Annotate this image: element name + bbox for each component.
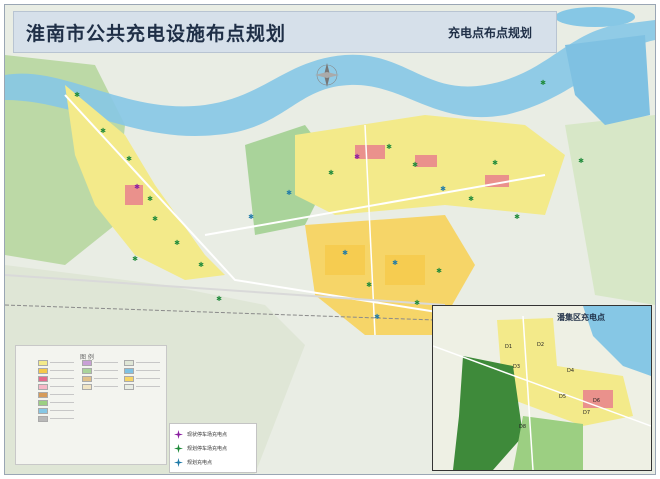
legend-swatch: [82, 384, 92, 390]
map-subtitle: 充电点布点规划: [447, 26, 532, 40]
symbol-legend-label: 现状停车场充电点: [187, 431, 228, 438]
marker-4: ✱: [134, 183, 140, 191]
legend-swatch: [38, 400, 48, 406]
legend-entry: [136, 362, 160, 363]
inset-marker-label: D1: [505, 344, 513, 350]
marker-12: ✱: [354, 153, 360, 161]
legend-entry: [50, 370, 74, 371]
legend-swatch: [124, 360, 134, 366]
marker-11: ✱: [328, 169, 334, 177]
marker-20: ✱: [578, 157, 584, 165]
legend-entry: [50, 418, 74, 419]
marker-5: ✱: [147, 195, 153, 203]
inset-marker-label: D7: [583, 410, 591, 416]
legend-swatch: [124, 384, 134, 390]
legend-swatch: [38, 384, 48, 390]
legend-swatch: [38, 408, 48, 414]
marker-3: ✱: [126, 155, 132, 163]
marker-28: ✱: [132, 255, 138, 263]
title-banner: 淮南市公共充电设施布点规划 充电点布点规划: [13, 11, 557, 53]
marker-27: ✱: [216, 295, 222, 303]
marker-15: ✱: [440, 185, 446, 193]
legend-entry: [94, 362, 118, 363]
marker-19: ✱: [540, 79, 546, 87]
legend-entry: [136, 370, 160, 371]
inset-title: 潘集区充电点: [557, 313, 605, 322]
symbol-legend-label: 规划充电点: [187, 459, 213, 466]
legend-swatch: [82, 360, 92, 366]
legend-entry: [94, 386, 118, 387]
symbol-legend-row: 规划充电点: [174, 456, 212, 468]
inset-marker-label: D6: [593, 398, 601, 404]
marker-23: ✱: [392, 259, 398, 267]
symbol-legend-label: 规划停车场充电点: [187, 445, 228, 452]
legend-entry: [50, 386, 74, 387]
legend-entry: [136, 378, 160, 379]
legend-swatch: [124, 376, 134, 382]
inset-marker-label: D2: [537, 342, 545, 348]
marker-2: ✱: [100, 127, 106, 135]
marker-13: ✱: [386, 143, 392, 151]
legend-swatch: [38, 360, 48, 366]
legend-entry: [50, 378, 74, 379]
inset-marker-label: D8: [519, 424, 527, 430]
marker-26: ✱: [374, 313, 380, 321]
star-marker-teal-icon: [174, 457, 183, 467]
lake-north: [555, 7, 635, 27]
marker-6: ✱: [152, 215, 158, 223]
marker-7: ✱: [174, 239, 180, 247]
land-use-legend: 图 例: [15, 345, 167, 465]
star-marker-green-icon: [174, 443, 183, 453]
inset-map-panji: 潘集区充电点 D1 D2 D3 D4 D5 D6 D7 D8: [432, 305, 652, 471]
legend-swatch: [38, 368, 48, 374]
symbol-legend-row: 现状停车场充电点: [174, 428, 227, 440]
star-marker-purple-icon: [174, 429, 183, 439]
marker-10: ✱: [286, 189, 292, 197]
marker-1: ✱: [74, 91, 80, 99]
marker-24: ✱: [414, 299, 420, 307]
legend-swatch: [38, 392, 48, 398]
marker-16: ✱: [468, 195, 474, 203]
inset-marker-label: D5: [559, 394, 567, 400]
residential-block-2: [385, 255, 425, 285]
marker-22: ✱: [366, 281, 372, 289]
marker-17: ✱: [492, 159, 498, 167]
commercial-block-2: [415, 155, 437, 167]
marker-9: ✱: [248, 213, 254, 221]
marker-8: ✱: [198, 261, 204, 269]
legend-swatch: [82, 368, 92, 374]
symbol-legend-row: 规划停车场充电点: [174, 442, 227, 454]
marker-25: ✱: [436, 267, 442, 275]
legend-entry: [94, 378, 118, 379]
legend-swatch: [38, 376, 48, 382]
legend-swatch: [82, 376, 92, 382]
inset-map-canvas: [433, 306, 651, 470]
legend-entry: [94, 370, 118, 371]
inset-marker-label: D4: [567, 368, 575, 374]
map-title: 淮南市公共充电设施布点规划: [26, 23, 287, 45]
map-frame: ✱ ✱ ✱ ✱ ✱ ✱ ✱ ✱ ✱ ✱ ✱ ✱ ✱ ✱ ✱ ✱ ✱ ✱ ✱ ✱ …: [4, 4, 656, 475]
marker-18: ✱: [514, 213, 520, 221]
symbol-legend: 现状停车场充电点 规划停车场充电点 规划充电点: [169, 423, 257, 473]
legend-entry: [50, 402, 74, 403]
marker-14: ✱: [412, 161, 418, 169]
legend-swatch: [124, 368, 134, 374]
marker-21: ✱: [342, 249, 348, 257]
legend-entry: [50, 410, 74, 411]
inset-marker-label: D3: [513, 364, 521, 370]
legend-entry: [50, 394, 74, 395]
legend-entry: [136, 386, 160, 387]
legend-entry: [50, 362, 74, 363]
legend-swatch: [38, 416, 48, 422]
